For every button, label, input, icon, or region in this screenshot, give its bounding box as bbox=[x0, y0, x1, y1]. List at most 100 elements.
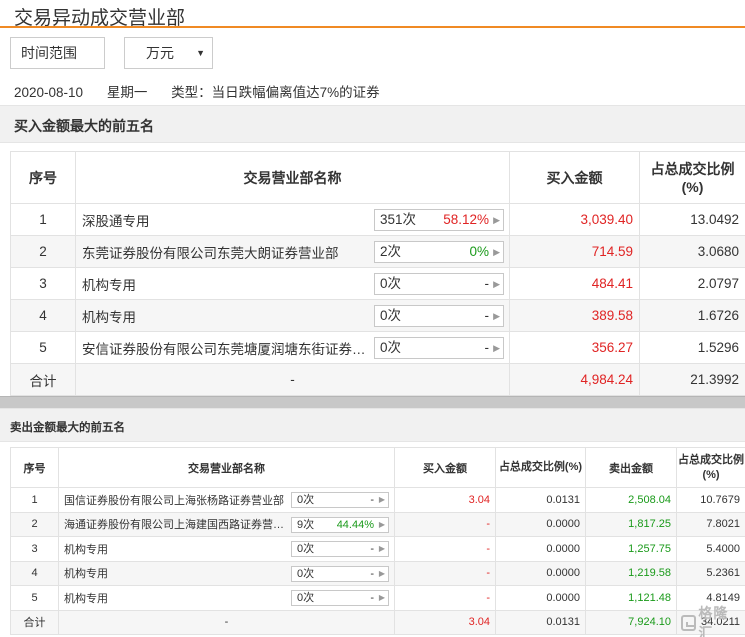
watermark-text: 格隆汇 bbox=[698, 605, 729, 637]
table-row: 3 机构专用 0次 - ▶ 484.41 2.0797 bbox=[10, 267, 745, 300]
triangle-right-icon: ▶ bbox=[493, 215, 500, 225]
trade-date: 2020-08-10 bbox=[14, 85, 84, 100]
section-divider bbox=[0, 396, 745, 408]
buy-amount: 3,039.40 bbox=[509, 203, 640, 236]
row-no: 5 bbox=[10, 585, 59, 611]
col-header-buy: 买入金额 bbox=[394, 447, 496, 488]
sell-amount: 2,508.04 bbox=[585, 487, 677, 513]
broker-name: 海通证券股份有限公司上海建国西路证券营业部 bbox=[64, 519, 290, 532]
buy-amount: - bbox=[394, 511, 496, 537]
col-header-buy-ratio: 占总成交比例(%) bbox=[495, 447, 586, 488]
broker-name: 机构专用 bbox=[64, 592, 108, 605]
broker-name: 东莞证券股份有限公司东莞大朗证券营业部 bbox=[82, 245, 339, 261]
win-rate: 0% bbox=[469, 244, 489, 259]
table-header-row: 序号 交易营业部名称 买入金额 占总成交比例(%) 卖出金额 占总成交比例(%) bbox=[10, 447, 745, 488]
broker-name: 国信证券股份有限公司上海张杨路证券营业部 bbox=[64, 494, 284, 507]
row-no: 1 bbox=[10, 487, 59, 513]
win-rate: - bbox=[484, 308, 490, 323]
table-row: 5 安信证券股份有限公司东莞塘厦润塘东街证券营业部 0次 - ▶ 356.27 … bbox=[10, 331, 745, 364]
trade-weekday: 星期一 bbox=[106, 85, 148, 100]
listing-count-button[interactable]: 9次 44.44% ▶ bbox=[291, 516, 389, 533]
buy-ratio: 0.0000 bbox=[495, 536, 586, 562]
buy-section-heading: 买入金额最大的前五名 bbox=[0, 105, 745, 143]
time-range-button[interactable]: 时间范围 bbox=[10, 37, 105, 69]
watermark: 格隆汇 bbox=[681, 605, 741, 637]
total-name: - bbox=[75, 363, 510, 396]
row-name-cell: 机构专用 0次 - ▶ bbox=[58, 585, 395, 611]
sell-amount: 1,121.48 bbox=[585, 585, 677, 611]
listing-count: 2次 bbox=[380, 244, 402, 259]
col-header-name: 交易营业部名称 bbox=[75, 151, 510, 204]
listing-count-button[interactable]: 0次 - ▶ bbox=[291, 541, 389, 557]
row-no: 3 bbox=[10, 536, 59, 562]
win-rate: - bbox=[370, 567, 374, 580]
total-row: 合计 - 3.04 0.0131 7,924.10 34.0211 bbox=[10, 609, 745, 635]
col-header-sell: 卖出金额 bbox=[585, 447, 677, 488]
triangle-right-icon: ▶ bbox=[493, 279, 500, 289]
total-buy-ratio: 0.0131 bbox=[495, 609, 586, 635]
triangle-right-icon: ▶ bbox=[378, 495, 385, 504]
listing-count-button[interactable]: 0次 - ▶ bbox=[374, 305, 504, 327]
triangle-right-icon: ▶ bbox=[493, 343, 500, 353]
row-name-cell: 国信证券股份有限公司上海张杨路证券营业部 0次 - ▶ bbox=[58, 487, 395, 513]
win-rate: - bbox=[370, 543, 374, 555]
buy-ratio: 0.0000 bbox=[495, 560, 586, 586]
buy-ratio: 0.0131 bbox=[495, 487, 586, 513]
win-rate: - bbox=[370, 494, 374, 506]
row-name-cell: 机构专用 0次 - ▶ bbox=[58, 536, 395, 562]
row-name-cell: 安信证券股份有限公司东莞塘厦润塘东街证券营业部 0次 - ▶ bbox=[75, 331, 510, 364]
listing-count-button[interactable]: 0次 - ▶ bbox=[374, 337, 504, 359]
win-rate: 44.44% bbox=[336, 518, 374, 531]
col-header-name: 交易营业部名称 bbox=[58, 447, 395, 488]
buy-table: 序号 交易营业部名称 买入金额 占总成交比例(%) 1 深股通专用 351次 5… bbox=[10, 151, 745, 396]
table-row: 4 机构专用 0次 - ▶ 389.58 1.6726 bbox=[10, 299, 745, 332]
row-name-cell: 机构专用 0次 - ▶ bbox=[75, 299, 510, 332]
listing-count-button[interactable]: 351次 58.12% ▶ bbox=[374, 209, 504, 231]
buy-amount: 714.59 bbox=[509, 235, 640, 268]
total-row: 合计 - 4,984.24 21.3992 bbox=[10, 363, 745, 396]
listing-count: 0次 bbox=[297, 567, 315, 580]
page-title: 交易异动成交营业部 bbox=[14, 8, 186, 29]
row-name-cell: 机构专用 0次 - ▶ bbox=[58, 560, 395, 586]
unit-label: 万元 bbox=[146, 45, 174, 61]
col-header-buy: 买入金额 bbox=[509, 151, 640, 204]
total-label: 合计 bbox=[10, 609, 59, 635]
sell-table: 序号 交易营业部名称 买入金额 占总成交比例(%) 卖出金额 占总成交比例(%)… bbox=[10, 447, 745, 635]
table-row: 2 东莞证券股份有限公司东莞大朗证券营业部 2次 0% ▶ 714.59 3.0… bbox=[10, 235, 745, 268]
broker-name: 机构专用 bbox=[64, 568, 108, 581]
trade-type: 类型：当日跌幅偏离值达7%的证券 bbox=[171, 85, 380, 100]
table-row: 3 机构专用 0次 - ▶ - 0.0000 1,257.75 5.4000 bbox=[10, 536, 745, 562]
broker-name: 机构专用 bbox=[82, 277, 136, 293]
buy-ratio: 3.0680 bbox=[639, 235, 745, 268]
table-row: 4 机构专用 0次 - ▶ - 0.0000 1,219.58 5.2361 bbox=[10, 560, 745, 586]
triangle-right-icon: ▶ bbox=[378, 593, 385, 602]
row-name-cell: 机构专用 0次 - ▶ bbox=[75, 267, 510, 300]
row-no: 2 bbox=[10, 235, 76, 268]
table-row: 2 海通证券股份有限公司上海建国西路证券营业部 9次 44.44% ▶ - 0.… bbox=[10, 511, 745, 537]
buy-amount: - bbox=[394, 560, 496, 586]
buy-ratio: 2.0797 bbox=[639, 267, 745, 300]
buy-ratio: 0.0000 bbox=[495, 585, 586, 611]
win-rate: - bbox=[484, 340, 490, 355]
row-no: 2 bbox=[10, 511, 59, 537]
sell-ratio: 10.7679 bbox=[676, 487, 745, 513]
broker-name: 机构专用 bbox=[82, 309, 136, 325]
triangle-right-icon: ▶ bbox=[378, 568, 385, 578]
triangle-right-icon: ▶ bbox=[378, 519, 385, 529]
total-buy-amount: 4,984.24 bbox=[509, 363, 640, 396]
broker-name: 机构专用 bbox=[64, 543, 108, 556]
sell-section-heading: 卖出金额最大的前五名 bbox=[0, 408, 745, 442]
listing-count: 0次 bbox=[297, 592, 315, 604]
unit-select[interactable]: 万元 ▼ bbox=[124, 37, 213, 69]
listing-count-button[interactable]: 0次 - ▶ bbox=[291, 565, 389, 582]
listing-count-button[interactable]: 2次 0% ▶ bbox=[374, 241, 504, 263]
listing-count: 0次 bbox=[380, 276, 402, 291]
table-header-row: 序号 交易营业部名称 买入金额 占总成交比例(%) bbox=[10, 151, 745, 204]
win-rate: - bbox=[370, 592, 374, 604]
listing-count-button[interactable]: 0次 - ▶ bbox=[291, 590, 389, 606]
row-name-cell: 深股通专用 351次 58.12% ▶ bbox=[75, 203, 510, 236]
listing-count-button[interactable]: 0次 - ▶ bbox=[374, 273, 504, 295]
row-no: 4 bbox=[10, 299, 76, 332]
buy-ratio: 1.5296 bbox=[639, 331, 745, 364]
listing-count-button[interactable]: 0次 - ▶ bbox=[291, 492, 389, 508]
